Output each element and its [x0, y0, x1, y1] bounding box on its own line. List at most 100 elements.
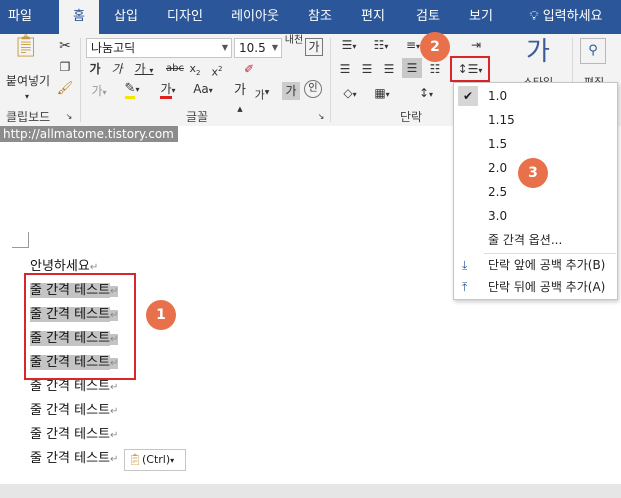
chevron-down-icon: ▼: [271, 43, 278, 52]
tab-home[interactable]: 홈: [59, 0, 99, 34]
borders-icon[interactable]: ▦▾: [368, 84, 396, 104]
numbering-icon[interactable]: ☷▾: [368, 36, 394, 56]
paragraph-text: 줄 간격 테스트: [30, 427, 111, 442]
character-shading-icon[interactable]: 가: [282, 82, 300, 100]
tab-design[interactable]: 디자인: [160, 0, 210, 34]
paragraph-text: 안녕하세요: [30, 259, 90, 274]
enclose-characters-icon[interactable]: 인: [304, 80, 322, 98]
option-label: 1.0: [488, 89, 508, 103]
grow-font-icon[interactable]: 가▲: [232, 82, 248, 122]
asian-layout-icon[interactable]: ↕▾: [412, 84, 440, 104]
font-group-label: 글꼴: [186, 110, 209, 124]
font-color-icon[interactable]: 가▾: [154, 80, 182, 100]
chevron-down-icon: ▾: [170, 456, 175, 465]
option-label: 2.5: [488, 185, 508, 199]
paragraph-mark: ↵: [89, 262, 99, 273]
tab-file[interactable]: 파일: [0, 0, 40, 34]
option-label: 1.15: [488, 113, 515, 127]
paragraph-group-label: 단락: [400, 110, 423, 124]
option-label: 3.0: [488, 209, 508, 223]
page-gap: [0, 484, 621, 498]
line-spacing-option-1-0[interactable]: ✔ 1.0: [454, 84, 617, 108]
selection-highlight-box: [24, 273, 136, 380]
bullets-icon[interactable]: ☰▾: [336, 36, 362, 56]
find-icon[interactable]: ⚲: [580, 38, 606, 64]
add-space-after-paragraph[interactable]: ⤒ 단락 뒤에 공백 추가(A): [454, 275, 617, 299]
line-spacing-option-1-5[interactable]: 1.5: [454, 132, 617, 156]
bold-icon[interactable]: 가: [88, 60, 102, 78]
group-divider: [330, 38, 331, 122]
paragraph-text: 줄 간격 테스트: [30, 403, 111, 418]
align-right-icon[interactable]: ☰: [380, 60, 398, 78]
justify-icon[interactable]: ☰: [402, 58, 422, 78]
margin-crop-mark: [12, 247, 28, 248]
clipboard-launcher-icon[interactable]: ↘: [64, 108, 74, 126]
clear-formatting-icon[interactable]: ✐: [240, 60, 258, 78]
paragraph-mark: ↵: [110, 406, 119, 417]
space-after-icon: ⤒: [462, 280, 468, 294]
font-launcher-icon[interactable]: ↘: [316, 108, 326, 126]
group-divider: [80, 38, 81, 122]
text-effects-icon[interactable]: 가▾: [86, 82, 112, 102]
add-space-before-paragraph[interactable]: ⤓ 단락 앞에 공백 추가(B): [454, 253, 617, 277]
chevron-down-icon: ▼: [221, 43, 228, 52]
paragraph-mark: ↵: [110, 430, 119, 441]
line-spacing-options-more[interactable]: 줄 간격 옵션...: [454, 228, 617, 252]
shrink-font-icon[interactable]: 가▼: [254, 84, 270, 105]
step-badge-1: 1: [146, 300, 176, 330]
lightbulb-icon: 💡︎: [529, 9, 539, 24]
subscript-icon[interactable]: x2: [188, 60, 202, 82]
cut-icon[interactable]: ✂: [56, 37, 74, 55]
line-spacing-option-1-15[interactable]: 1.15: [454, 108, 617, 132]
tab-review[interactable]: 검토: [408, 0, 448, 34]
paragraph-text: 줄 간격 테스트: [30, 379, 111, 394]
option-label: 단락 앞에 공백 추가(B): [488, 258, 606, 272]
paste-options-button[interactable]: 📋︎(Ctrl)▾: [124, 449, 186, 471]
option-label: 단락 뒤에 공백 추가(A): [488, 280, 606, 294]
underline-icon[interactable]: 가 ▾: [132, 60, 156, 80]
highlight-color-icon[interactable]: ✎▾: [118, 80, 146, 99]
option-label: 2.0: [488, 161, 508, 175]
checkmark-icon: ✔: [458, 86, 478, 106]
superscript-icon[interactable]: x2: [210, 60, 224, 82]
margin-crop-mark: [28, 232, 29, 248]
strikethrough-icon[interactable]: abc: [164, 60, 186, 78]
styles-gallery-icon[interactable]: 가: [520, 34, 556, 70]
font-name-select[interactable]: 나눔고딕 ▼: [86, 38, 232, 58]
tab-view[interactable]: 보기: [461, 0, 501, 34]
shading-icon[interactable]: ◇▾: [336, 84, 364, 104]
step-badge-3: 3: [518, 158, 548, 188]
tab-references[interactable]: 참조: [300, 0, 340, 34]
distributed-icon[interactable]: ☷: [426, 60, 444, 78]
paragraph-line[interactable]: 줄 간격 테스트↵: [30, 400, 118, 422]
line-spacing-option-3-0[interactable]: 3.0: [454, 204, 617, 228]
paste-dropdown-arrow[interactable]: ▾: [22, 88, 32, 106]
font-size-select[interactable]: 10.5 ▼: [234, 38, 282, 58]
italic-icon[interactable]: 가: [110, 60, 124, 78]
paragraph-text: 줄 간격 테스트: [30, 451, 111, 466]
paste-icon[interactable]: 📋︎: [12, 36, 40, 68]
paragraph-mark: ↵: [110, 382, 119, 393]
align-center-icon[interactable]: ☰: [358, 60, 376, 78]
paragraph-line[interactable]: 줄 간격 테스트↵: [30, 448, 118, 470]
increase-indent-icon[interactable]: ⇥: [466, 36, 486, 54]
ribbon-tab-bar: 파일 홈 삽입 디자인 레이아웃 참조 편지 검토 보기 💡︎ 입력하세요: [0, 0, 621, 34]
copy-icon[interactable]: ❐: [56, 58, 74, 76]
tab-mailings[interactable]: 편지: [353, 0, 393, 34]
option-label: 1.5: [488, 137, 508, 151]
character-border-icon[interactable]: 가: [305, 38, 323, 56]
clipboard-group-label: 클립보드: [6, 110, 51, 124]
paragraph-line[interactable]: 줄 간격 테스트↵: [30, 424, 118, 446]
tab-insert[interactable]: 삽입: [104, 0, 148, 34]
tab-layout[interactable]: 레이아웃: [224, 0, 286, 34]
change-case-icon[interactable]: Aa▾: [188, 80, 218, 100]
url-watermark: http://allmatome.tistory.com: [0, 126, 178, 142]
format-painter-icon[interactable]: 🖌︎: [56, 80, 74, 98]
tell-me-text: 입력하세요: [542, 9, 603, 24]
space-before-icon: ⤓: [462, 258, 468, 272]
tell-me-box[interactable]: 💡︎ 입력하세요: [516, 0, 616, 34]
line-spacing-menu: ✔ 1.0 1.15 1.5 2.0 2.5 3.0 줄 간격 옵션... ⤓ …: [453, 82, 618, 300]
phonetic-guide-icon[interactable]: 내천: [284, 36, 304, 46]
line-spacing-highlight-box: [450, 56, 490, 82]
align-left-icon[interactable]: ☰: [336, 60, 354, 78]
